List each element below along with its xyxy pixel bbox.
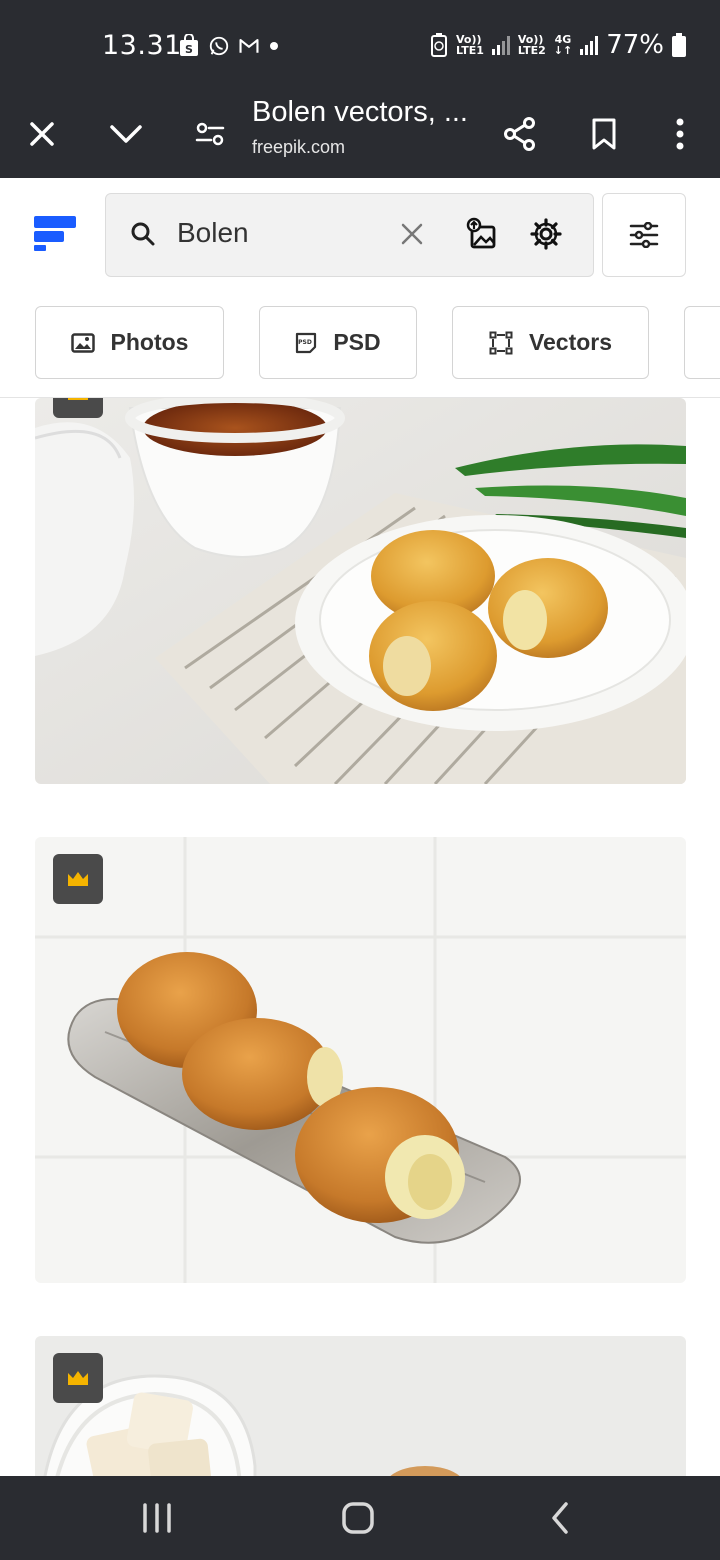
whatsapp-icon (209, 36, 229, 56)
chip-vectors[interactable]: Vectors (452, 306, 649, 379)
dot-icon (270, 42, 278, 50)
gmail-icon (239, 39, 259, 53)
search-icon (131, 222, 155, 246)
status-bar: 13.31 S Vo)) LTE1 Vo)) LTE2 4G ↓↑ 77% (0, 0, 720, 92)
home-icon (342, 1502, 374, 1534)
notification-icons: S (178, 34, 280, 58)
more-menu-button[interactable] (652, 106, 708, 162)
search-header: Bolen (0, 178, 720, 298)
premium-badge (53, 854, 103, 904)
vector-icon (489, 331, 513, 354)
results-grid (0, 398, 720, 1476)
shopping-bag-icon: S (180, 34, 198, 56)
result-card-1[interactable] (35, 398, 686, 784)
close-icon (30, 122, 54, 146)
psd-icon: PSD (296, 332, 317, 353)
settings-gear-icon[interactable] (529, 217, 563, 251)
share-icon (504, 117, 535, 151)
chip-photos[interactable]: Photos (35, 306, 224, 379)
result-card-2[interactable] (35, 837, 686, 1283)
chip-psd[interactable]: PSD PSD (259, 306, 417, 379)
chip-more[interactable] (684, 306, 720, 379)
result-card-3[interactable] (35, 1336, 686, 1476)
recents-icon (143, 1503, 171, 1533)
back-button[interactable] (530, 1496, 590, 1540)
share-button[interactable] (492, 106, 548, 162)
premium-badge (53, 1353, 103, 1403)
sim2-lte: LTE2 (517, 44, 546, 57)
data-saver-icon (431, 33, 448, 57)
signal-icon-sim1 (491, 35, 510, 55)
system-nav-bar (0, 1476, 720, 1560)
sliders-icon (629, 222, 659, 248)
bolen-photo-plate (35, 398, 686, 784)
premium-badge (53, 398, 103, 418)
content-type-chips: Photos PSD PSD Vectors (0, 298, 720, 398)
search-input[interactable]: Bolen (177, 217, 249, 249)
battery-percent: 77% (606, 30, 664, 60)
status-time: 13.31 (102, 30, 182, 61)
more-vert-icon (676, 118, 684, 150)
custom-tab-toolbar: Bolen vectors, ... freepik.com (0, 92, 720, 178)
status-right: Vo)) LTE1 Vo)) LTE2 4G ↓↑ 77% (430, 30, 686, 60)
bookmark-icon (592, 118, 616, 150)
tune-icon (195, 122, 225, 146)
clear-search-icon[interactable] (398, 220, 426, 248)
minimize-button[interactable] (98, 106, 154, 162)
svg-text:PSD: PSD (298, 339, 312, 346)
home-button[interactable] (328, 1496, 388, 1540)
svg-text:S: S (185, 43, 193, 56)
bolen-photo-bowl (35, 1336, 686, 1476)
site-settings-button[interactable] (182, 106, 238, 162)
crown-icon (68, 398, 88, 400)
chip-psd-label: PSD (333, 329, 381, 355)
filters-button[interactable] (602, 193, 686, 277)
network-label-sim2: Vo)) LTE2 (518, 34, 546, 56)
chevron-down-icon (110, 125, 142, 143)
chip-photos-label: Photos (110, 329, 189, 355)
signal-icon-sim2 (580, 35, 599, 55)
image-icon (70, 332, 95, 353)
network-label-sim1: Vo)) LTE1 (456, 34, 484, 56)
freepik-logo-icon[interactable] (34, 216, 76, 256)
search-bar[interactable]: Bolen (105, 193, 594, 277)
bolen-photo-tray (35, 837, 686, 1283)
page-title: Bolen vectors, ... (252, 96, 468, 128)
page-url: freepik.com (252, 137, 346, 157)
bookmark-button[interactable] (576, 106, 632, 162)
crown-icon (68, 1371, 88, 1385)
data-arrows-icon: ↓↑ (553, 44, 573, 57)
recents-button[interactable] (127, 1496, 187, 1540)
battery-icon (672, 33, 686, 57)
data-type-label: 4G ↓↑ (554, 34, 572, 56)
sim1-lte: LTE1 (456, 44, 484, 57)
image-search-icon[interactable] (465, 217, 499, 251)
crown-icon (68, 872, 88, 886)
back-icon (552, 1502, 568, 1534)
close-button[interactable] (14, 106, 70, 162)
chip-vectors-label: Vectors (528, 329, 613, 355)
